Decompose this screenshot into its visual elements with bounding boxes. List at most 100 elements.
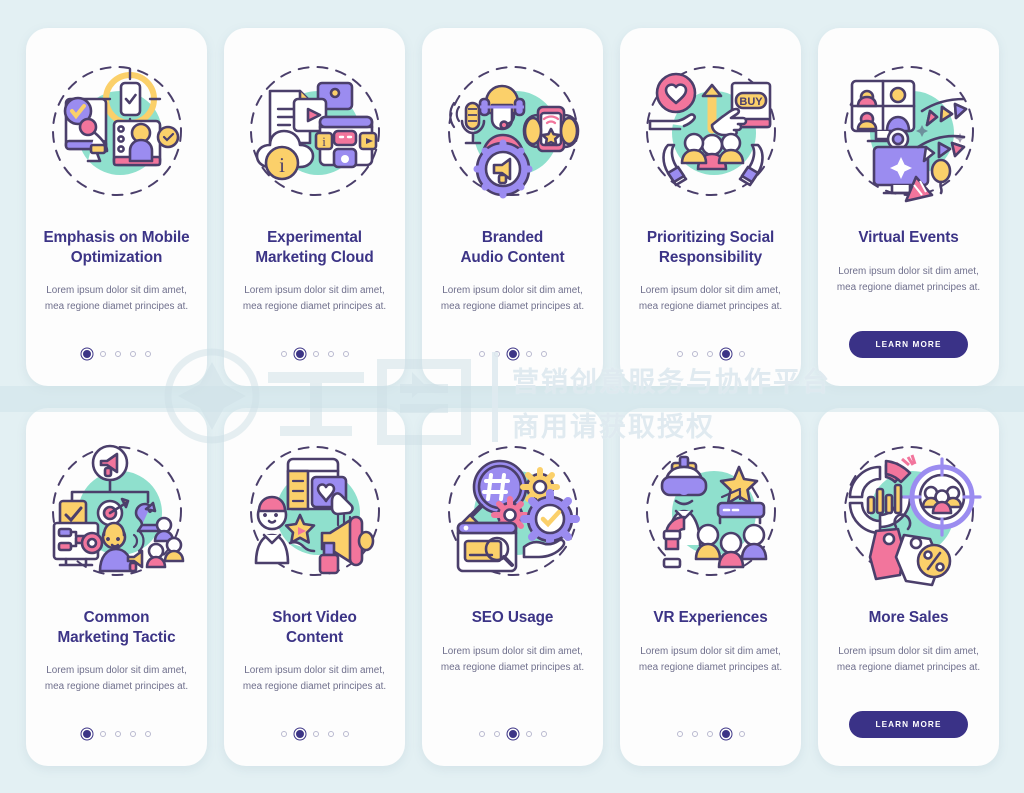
svg-text:i: i bbox=[279, 153, 285, 177]
learn-more-button[interactable]: LEARN MORE bbox=[849, 711, 968, 738]
card-body-text: Lorem ipsum dolor sit dim amet, mea regi… bbox=[242, 285, 387, 313]
pagination-dot[interactable] bbox=[706, 731, 713, 737]
pagination-dot[interactable] bbox=[493, 731, 500, 737]
pagination-dot[interactable] bbox=[525, 731, 532, 737]
onboarding-card-seo-usage[interactable]: SEO Usage Lorem ipsum dolor sit dim amet,… bbox=[422, 408, 603, 766]
onboarding-card-more-sales[interactable]: More Sales Lorem ipsum dolor sit dim amet… bbox=[818, 408, 999, 766]
learn-more-button[interactable]: LEARN MORE bbox=[849, 331, 968, 358]
pagination-dot[interactable] bbox=[280, 351, 287, 357]
pagination-dot[interactable] bbox=[144, 351, 151, 357]
pagination-dot[interactable] bbox=[129, 351, 136, 357]
pagination-dots[interactable] bbox=[478, 350, 547, 358]
pagination-dot[interactable] bbox=[129, 731, 136, 737]
pagination-dot[interactable] bbox=[540, 351, 547, 357]
card-footer bbox=[422, 730, 603, 738]
pagination-dot[interactable] bbox=[312, 731, 319, 737]
card-title: VR Experiences bbox=[653, 609, 768, 626]
pagination-dot[interactable] bbox=[99, 731, 106, 737]
card-body-text: Lorem ipsum dolor sit dim amet, mea regi… bbox=[242, 665, 387, 693]
more-sales-illustration bbox=[834, 438, 984, 590]
onboarding-card-emphasis-on-mobile-optimization[interactable]: Emphasis on Mobile Optimization Lorem ipsu… bbox=[26, 28, 207, 386]
onboarding-card-experimental-marketing-cloud[interactable]: i i Experimental Marketing Cloud Lorem ips… bbox=[224, 28, 405, 386]
branded-audio-illustration bbox=[438, 58, 588, 210]
pagination-dot-active[interactable] bbox=[508, 350, 517, 358]
pagination-dot[interactable] bbox=[312, 351, 319, 357]
card-footer bbox=[224, 350, 405, 358]
pagination-dot-active[interactable] bbox=[295, 350, 304, 358]
pagination-dot[interactable] bbox=[342, 351, 349, 357]
pagination-dot[interactable] bbox=[114, 731, 121, 737]
pagination-dot[interactable] bbox=[327, 351, 334, 357]
card-footer bbox=[224, 730, 405, 738]
vr-experiences-illustration bbox=[636, 438, 786, 590]
pagination-dot[interactable] bbox=[478, 731, 485, 737]
onboarding-card-virtual-events[interactable]: Virtual Events Lorem ipsum dolor sit dim … bbox=[818, 28, 999, 386]
pagination-dot[interactable] bbox=[676, 731, 683, 737]
card-body-text: Lorem ipsum dolor sit dim amet, mea regi… bbox=[44, 665, 189, 693]
card-title: Emphasis on Mobile Optimization bbox=[43, 229, 190, 266]
card-title: Virtual Events bbox=[858, 229, 959, 246]
pagination-dot-active[interactable] bbox=[82, 350, 91, 358]
pagination-dot[interactable] bbox=[144, 731, 151, 737]
card-footer bbox=[422, 350, 603, 358]
pagination-dots[interactable] bbox=[82, 350, 151, 358]
pagination-dots[interactable] bbox=[280, 350, 349, 358]
card-footer bbox=[26, 350, 207, 358]
pagination-dot[interactable] bbox=[280, 731, 287, 737]
social-responsibility-illustration: BUY bbox=[636, 58, 786, 210]
short-video-illustration bbox=[240, 438, 390, 590]
onboarding-card-prioritizing-social-responsibility[interactable]: BUY Prioritizing Social Responsibility Lor… bbox=[620, 28, 801, 386]
pagination-dot-active[interactable] bbox=[295, 730, 304, 738]
pagination-dot[interactable] bbox=[114, 351, 121, 357]
pagination-dots[interactable] bbox=[280, 730, 349, 738]
card-body-text: Lorem ipsum dolor sit dim amet, mea regi… bbox=[638, 645, 783, 673]
virtual-events-illustration bbox=[834, 58, 984, 210]
onboarding-screens-grid: Emphasis on Mobile Optimization Lorem ipsu… bbox=[0, 0, 1024, 793]
pagination-dot[interactable] bbox=[493, 351, 500, 357]
card-body-text: Lorem ipsum dolor sit dim amet, mea regi… bbox=[440, 285, 585, 313]
pagination-dot[interactable] bbox=[691, 731, 698, 737]
pagination-dot-active[interactable] bbox=[508, 730, 517, 738]
pagination-dot[interactable] bbox=[478, 351, 485, 357]
card-title: Short Video Content bbox=[272, 609, 357, 646]
pagination-dots[interactable] bbox=[676, 350, 745, 358]
pagination-dots[interactable] bbox=[82, 730, 151, 738]
onboarding-card-short-video-content[interactable]: Short Video Content Lorem ipsum dolor sit … bbox=[224, 408, 405, 766]
card-footer bbox=[620, 350, 801, 358]
card-body-text: Lorem ipsum dolor sit dim amet, mea regi… bbox=[638, 285, 783, 313]
card-body-text: Lorem ipsum dolor sit dim amet, mea regi… bbox=[836, 265, 981, 293]
card-title: Prioritizing Social Responsibility bbox=[646, 229, 775, 266]
pagination-dots[interactable] bbox=[676, 730, 745, 738]
pagination-dot-active[interactable] bbox=[82, 730, 91, 738]
pagination-dot[interactable] bbox=[738, 731, 745, 737]
pagination-dots[interactable] bbox=[478, 730, 547, 738]
onboarding-card-vr-experiences[interactable]: VR Experiences Lorem ipsum dolor sit dim … bbox=[620, 408, 801, 766]
card-title: Experimental Marketing Cloud bbox=[255, 229, 374, 266]
seo-usage-illustration bbox=[438, 438, 588, 590]
card-body-text: Lorem ipsum dolor sit dim amet, mea regi… bbox=[440, 645, 585, 673]
svg-text:BUY: BUY bbox=[739, 96, 763, 108]
pagination-dot-active[interactable] bbox=[721, 730, 730, 738]
card-footer: LEARN MORE bbox=[818, 711, 999, 738]
card-title: More Sales bbox=[868, 609, 949, 626]
pagination-dot[interactable] bbox=[327, 731, 334, 737]
pagination-dot[interactable] bbox=[540, 731, 547, 737]
onboarding-card-common-marketing-tactic[interactable]: Common Marketing Tactic Lorem ipsum dolor … bbox=[26, 408, 207, 766]
pagination-dot[interactable] bbox=[706, 351, 713, 357]
pagination-dot[interactable] bbox=[342, 731, 349, 737]
card-title: Common Marketing Tactic bbox=[57, 609, 176, 646]
pagination-dot[interactable] bbox=[691, 351, 698, 357]
pagination-dot[interactable] bbox=[676, 351, 683, 357]
card-footer bbox=[26, 730, 207, 738]
card-title: Branded Audio Content bbox=[460, 229, 565, 266]
mobile-optimization-illustration bbox=[42, 58, 192, 210]
card-title: SEO Usage bbox=[471, 609, 554, 626]
pagination-dot[interactable] bbox=[99, 351, 106, 357]
onboarding-card-branded-audio-content[interactable]: Branded Audio Content Lorem ipsum dolor si… bbox=[422, 28, 603, 386]
pagination-dot[interactable] bbox=[525, 351, 532, 357]
marketing-cloud-illustration: i i bbox=[240, 58, 390, 210]
marketing-tactic-illustration bbox=[42, 438, 192, 590]
pagination-dot[interactable] bbox=[738, 351, 745, 357]
pagination-dot-active[interactable] bbox=[721, 350, 730, 358]
card-footer bbox=[620, 730, 801, 738]
